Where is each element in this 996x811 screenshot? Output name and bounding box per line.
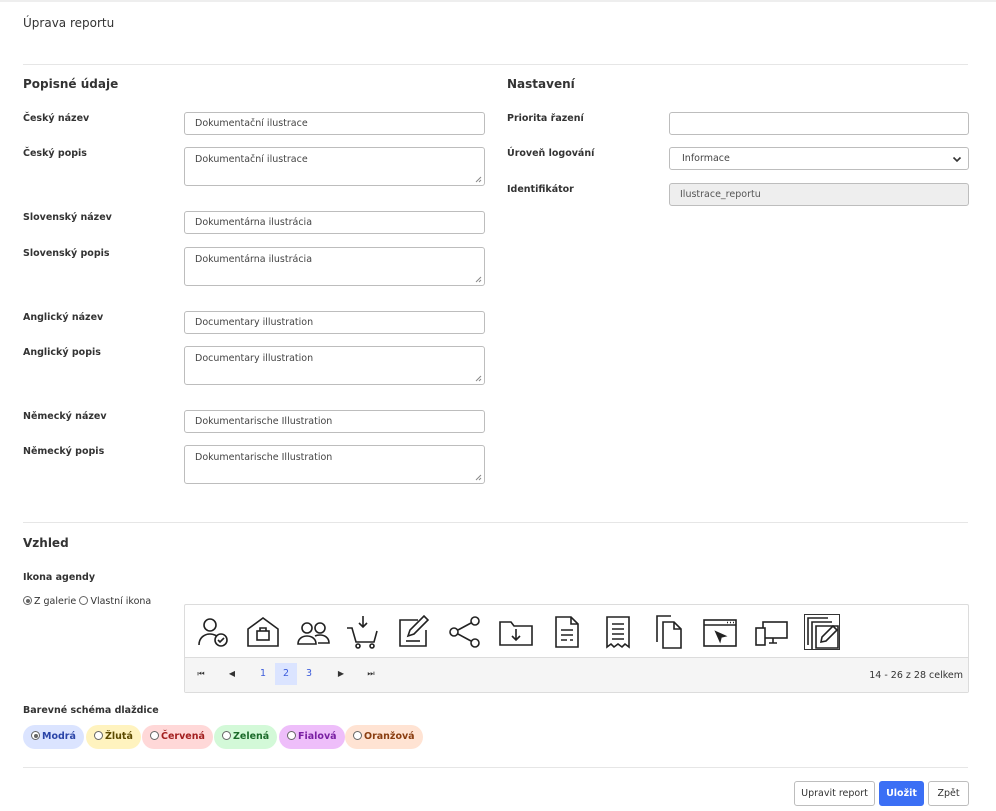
- radio-gallery[interactable]: [23, 596, 32, 605]
- scheme-radio-orange[interactable]: [353, 731, 362, 740]
- label-czech-name: Český název: [23, 113, 90, 124]
- icon-source-radio-group: Z galerie Vlastní ikona: [23, 596, 151, 607]
- slovak-description-text: Dokumentárna ilustrácia: [195, 254, 313, 265]
- pager-page-3[interactable]: 3: [298, 663, 320, 685]
- resize-grip-icon[interactable]: [475, 375, 482, 382]
- page-title: Úprava reportu: [23, 16, 115, 30]
- label-slovak-description: Slovenský popis: [23, 248, 110, 259]
- user-check-icon[interactable]: [195, 614, 231, 650]
- german-name-input[interactable]: Dokumentarische Illustration: [184, 410, 485, 433]
- log-level-value: Informace: [682, 153, 730, 164]
- radio-custom-icon-label[interactable]: Vlastní ikona: [90, 596, 151, 607]
- scheme-label-green: Zelená: [233, 731, 270, 742]
- pager-page-1[interactable]: 1: [252, 663, 274, 685]
- scheme-label-orange: Oranžová: [364, 731, 415, 742]
- log-level-select[interactable]: Informace: [669, 147, 969, 170]
- resize-grip-icon[interactable]: [475, 474, 482, 481]
- browser-cursor-icon[interactable]: [702, 614, 738, 650]
- english-description-textarea[interactable]: Documentary illustration: [184, 346, 485, 385]
- section-title-appearance: Vzhled: [23, 536, 69, 550]
- scheme-label-purple: Fialová: [298, 731, 337, 742]
- priority-input[interactable]: [669, 112, 969, 135]
- identifier-input: Ilustrace_reportu: [669, 183, 969, 206]
- german-description-textarea[interactable]: Dokumentarische Illustration: [184, 445, 485, 484]
- scheme-chip-yellow[interactable]: Žlutá: [86, 725, 141, 749]
- resize-grip-icon[interactable]: [475, 276, 482, 283]
- label-slovak-name: Slovenský název: [23, 212, 112, 223]
- label-english-description: Anglický popis: [23, 347, 101, 358]
- pager-next-button[interactable]: ▶: [330, 663, 352, 685]
- folder-download-icon[interactable]: [498, 614, 534, 650]
- label-czech-description: Český popis: [23, 148, 87, 159]
- label-english-name: Anglický název: [23, 312, 104, 323]
- label-german-description: Německý popis: [23, 446, 105, 457]
- resize-grip-icon[interactable]: [475, 176, 482, 183]
- pager-first-button[interactable]: ⏮: [190, 663, 212, 685]
- devices-icon[interactable]: [753, 614, 789, 650]
- scheme-radio-blue[interactable]: [31, 731, 40, 740]
- english-name-input[interactable]: Documentary illustration: [184, 311, 485, 334]
- divider: [23, 64, 968, 65]
- back-button[interactable]: Zpět: [928, 781, 969, 806]
- pager-prev-button[interactable]: ◀: [221, 663, 243, 685]
- scheme-radio-yellow[interactable]: [94, 731, 103, 740]
- label-agenda-icon: Ikona agendy: [23, 572, 96, 583]
- scheme-label-blue: Modrá: [42, 731, 76, 742]
- label-color-scheme: Barevné schéma dlaždice: [23, 705, 159, 716]
- scheme-chip-green[interactable]: Zelená: [214, 725, 278, 749]
- home-work-icon[interactable]: [245, 614, 281, 650]
- edit-report-button[interactable]: Upravit report: [794, 781, 875, 806]
- users-icon[interactable]: [295, 614, 331, 650]
- label-identifier: Identifikátor: [507, 184, 574, 195]
- scheme-chip-purple[interactable]: Fialová: [279, 725, 345, 749]
- slovak-description-textarea[interactable]: Dokumentárna ilustrácia: [184, 247, 485, 286]
- divider: [23, 767, 968, 768]
- scheme-radio-purple[interactable]: [287, 731, 296, 740]
- divider: [23, 522, 968, 523]
- icon-gallery-row: [185, 605, 968, 657]
- top-border: [0, 0, 996, 2]
- receipt-icon[interactable]: [600, 614, 636, 650]
- pager-page-2[interactable]: 2: [275, 663, 297, 685]
- radio-gallery-label[interactable]: Z galerie: [34, 596, 76, 607]
- icon-pager: ⏮ ◀ 1 2 3 ▶ ⏭ 14 - 26 z 28 celkem: [185, 657, 968, 692]
- scheme-label-red: Červená: [161, 731, 205, 742]
- czech-description-textarea[interactable]: Dokumentační ilustrace: [184, 147, 485, 186]
- cart-download-icon[interactable]: [345, 614, 381, 650]
- edit-note-icon[interactable]: [396, 614, 432, 650]
- scheme-label-yellow: Žlutá: [105, 731, 133, 742]
- radio-custom-icon[interactable]: [79, 596, 89, 605]
- pager-info: 14 - 26 z 28 celkem: [869, 670, 963, 681]
- section-title-descriptive: Popisné údaje: [23, 77, 119, 91]
- scheme-chip-blue[interactable]: Modrá: [23, 725, 84, 749]
- czech-description-text: Dokumentační ilustrace: [195, 154, 308, 165]
- scheme-radio-green[interactable]: [222, 731, 231, 740]
- icon-gallery: ⏮ ◀ 1 2 3 ▶ ⏭ 14 - 26 z 28 celkem: [184, 604, 969, 693]
- slovak-name-input[interactable]: Dokumentárna ilustrácia: [184, 211, 485, 234]
- czech-name-input[interactable]: Dokumentační ilustrace: [184, 112, 485, 135]
- label-german-name: Německý název: [23, 411, 107, 422]
- scheme-chip-red[interactable]: Červená: [142, 725, 213, 749]
- section-title-settings: Nastavení: [507, 77, 575, 91]
- edit-copy-icon[interactable]: [804, 614, 840, 650]
- save-button[interactable]: Uložit: [879, 781, 924, 806]
- chevron-down-icon: [952, 156, 962, 163]
- german-description-text: Dokumentarische Illustration: [195, 452, 333, 463]
- label-log-level: Úroveň logování: [507, 148, 595, 159]
- copy-icon[interactable]: [651, 614, 687, 650]
- label-priority: Priorita řazení: [507, 113, 584, 124]
- share-icon[interactable]: [447, 614, 483, 650]
- scheme-chip-orange[interactable]: Oranžová: [345, 725, 423, 749]
- document-icon[interactable]: [549, 614, 585, 650]
- pager-last-button[interactable]: ⏭: [360, 663, 382, 685]
- scheme-radio-red[interactable]: [150, 731, 159, 740]
- english-description-text: Documentary illustration: [195, 353, 314, 364]
